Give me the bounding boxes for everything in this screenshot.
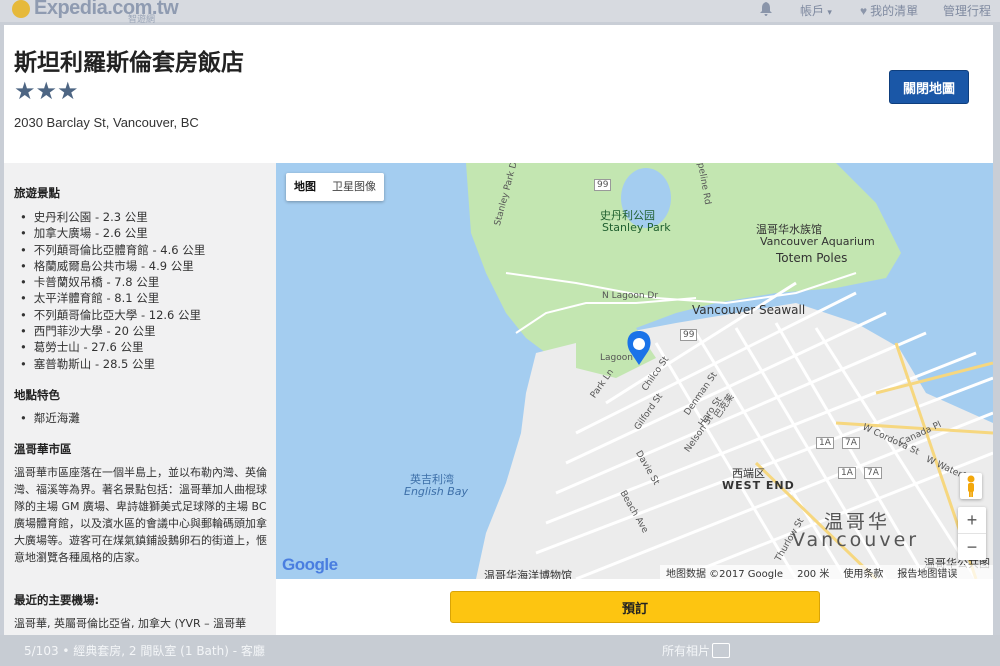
hwy7a-badge: 7A [842,437,860,449]
map-type-satellite[interactable]: 卫星图像 [324,173,384,201]
hotel-name: 斯坦利羅斯倫套房飯店 [14,50,244,76]
book-button[interactable]: 預訂 [450,591,820,623]
account-menu[interactable]: 帳戶 ▾ [800,2,832,19]
list-item: 加拿大廣場 - 2.6 公里 [20,225,205,241]
area-description: 溫哥華市區座落在一個半島上，並以布勒內灣、英倫灣、福溪等為界。著名景點包括：溫哥… [14,466,267,564]
list-item: 不列顛哥倫比亞大學 - 12.6 公里 [20,307,205,323]
photo-caption-strip: 5/103 • 經典套房, 2 間臥室 (1 Bath) - 客廳 所有相片 [0,635,1000,666]
map-label-totem-poles: Totem Poles [776,251,848,265]
airport-heading: 最近的主要機場: [14,593,100,607]
close-map-button[interactable]: 關閉地圖 [889,70,969,104]
map-label-seawall: Vancouver Seawall [692,303,806,317]
list-item: 太平洋體育館 - 8.1 公里 [20,290,205,306]
top-nav-bar: Expedia.com.tw 智遊網 帳戶 ▾ ♥ 我的清單 管理行程 [0,0,1000,24]
map-footer: 地图数据 ©2017 Google 200 米 使用条款 报告地图错误 [660,565,993,579]
photo-caption: 5/103 • 經典套房, 2 間臥室 (1 Bath) - 客廳 [24,644,265,658]
map-label-stanley-park-en: Stanley Park [602,221,671,234]
list-item: 塞普勒斯山 - 28.5 公里 [20,356,205,372]
list-item: 不列顛哥倫比亞體育館 - 4.6 公里 [20,242,205,258]
location-sidebar: 旅遊景點 史丹利公園 - 2.3 公里 加拿大廣場 - 2.6 公里 不列顛哥倫… [4,163,276,635]
list-item: 葛勞士山 - 27.6 公里 [20,339,205,355]
bell-icon[interactable] [760,2,772,16]
all-photos-link[interactable]: 所有相片 [662,642,710,659]
hwy7a-badge: 7A [864,467,882,479]
features-heading: 地點特色 [14,388,60,402]
map-label-n-lagoon: N Lagoon Dr [602,291,659,301]
wishlist-link[interactable]: ♥ 我的清單 [860,2,918,19]
list-item: 西門菲沙大學 - 20 公里 [20,323,205,339]
map-data-credit: 地图数据 ©2017 Google [666,568,784,580]
zoom-out-button[interactable]: − [958,534,986,560]
heart-icon: ♥ [860,4,868,18]
list-item: 格蘭威爾島公共市場 - 4.9 公里 [20,258,205,274]
attractions-heading: 旅遊景點 [14,186,60,200]
book-area: 預訂 [276,579,993,635]
area-heading: 溫哥華市區 [14,442,72,456]
photos-icon[interactable] [712,643,730,658]
hwy1a-badge: 1A [816,437,834,449]
list-item: 鄰近海灘 [20,410,80,426]
map-type-map[interactable]: 地图 [286,173,324,201]
map-view[interactable]: 地图 卫星图像 史丹利公园 Stanley Park 温哥华水族馆 Vancou… [276,163,993,579]
features-list: 鄰近海灘 [20,410,80,426]
star-rating: ★★★ [14,78,79,105]
map-label-lagoon: Lagoon [600,353,633,363]
map-label-maritime-museum: 温哥华海洋博物馆 [484,569,572,579]
map-label-west-end-en: WEST END [722,479,795,492]
airport-text: 溫哥華, 英屬哥倫比亞省, 加拿大 (YVR – 溫哥華 [14,617,247,630]
map-label-english-bay-en: English Bay [404,485,469,498]
attractions-list: 史丹利公園 - 2.3 公里 加拿大廣場 - 2.6 公里 不列顛哥倫比亞體育館… [20,209,205,372]
zoom-controls: + − [958,507,986,560]
hotel-map-modal: 斯坦利羅斯倫套房飯店 ★★★ 2030 Barclay St, Vancouve… [4,25,993,635]
hwy99-badge: 99 [680,329,698,341]
chevron-down-icon: ▾ [827,7,832,17]
modal-header: 斯坦利羅斯倫套房飯店 ★★★ 2030 Barclay St, Vancouve… [4,25,993,163]
hwy99-badge: 99 [594,179,612,191]
list-item: 卡普蘭奴吊橋 - 7.8 公里 [20,274,205,290]
map-report-link[interactable]: 报告地图错误 [897,565,957,580]
map-type-toggle: 地图 卫星图像 [286,173,384,201]
zoom-in-button[interactable]: + [958,507,986,534]
manage-trips-link[interactable]: 管理行程 [943,2,991,19]
hotel-address: 2030 Barclay St, Vancouver, BC [14,115,199,130]
map-terms-link[interactable]: 使用条款 [843,565,883,580]
logo-subtitle: 智遊網 [128,14,156,24]
globe-icon [12,0,30,18]
google-logo: Google [282,555,338,574]
hwy1a-badge: 1A [838,467,856,479]
map-label-aquarium-en: Vancouver Aquarium [760,235,875,248]
street-view-pegman-icon[interactable] [960,473,982,499]
map-scale[interactable]: 200 米 [797,565,829,580]
list-item: 史丹利公園 - 2.3 公里 [20,209,205,225]
map-label-vancouver-en: Vancouver [792,529,920,551]
